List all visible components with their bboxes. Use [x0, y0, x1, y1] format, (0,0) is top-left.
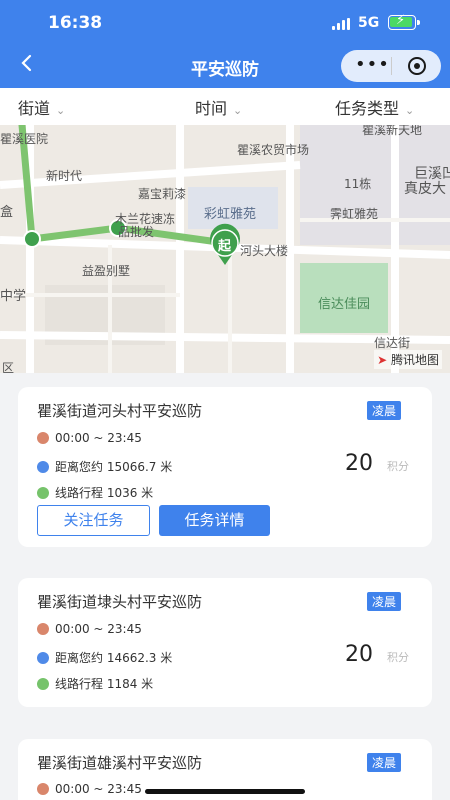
chevron-down-icon: ⌄ — [233, 104, 243, 117]
task-time: 00:00 ~ 23:45 — [55, 431, 142, 445]
more-dots-icon[interactable]: ••• — [355, 54, 390, 75]
capsule-divider — [391, 57, 392, 75]
network-type: 5G — [358, 15, 380, 31]
time-dot-icon — [37, 623, 49, 635]
circle-target-icon[interactable] — [408, 57, 426, 75]
task-distance-row: 距离您约 14662.3 米 — [37, 649, 172, 666]
task-time-row: 00:00 ~ 23:45 — [37, 782, 142, 796]
signal-icon — [332, 18, 352, 30]
home-indicator[interactable] — [145, 789, 305, 794]
nav-bar: 平安巡防 ••• — [0, 44, 450, 88]
task-time-row: 00:00 ~ 23:45 — [37, 431, 142, 445]
map-label-hospital: 瞿溪医院 — [0, 132, 49, 146]
task-title: 瞿溪街道雄溪村平安巡防 — [37, 754, 203, 772]
map-label-11: 11栋 — [344, 177, 372, 191]
map-label-yiying: 益盈别墅 — [82, 264, 131, 278]
task-points-unit: 积分 — [387, 651, 409, 664]
task-points: 20 — [345, 451, 373, 476]
time-dot-icon — [37, 783, 49, 795]
task-points-unit: 积分 — [387, 460, 409, 473]
task-route-length: 线路行程 1184 米 — [55, 677, 154, 691]
task-card[interactable]: 瞿溪街道埭头村平安巡防 凌晨 00:00 ~ 23:45 距离您约 14662.… — [18, 578, 432, 707]
follow-task-button[interactable]: 关注任务 — [37, 505, 150, 536]
filter-task-type-label: 任务类型 — [335, 99, 400, 118]
map-label-pet: 新时代 — [46, 169, 83, 183]
header: 16:38 5G ⚡ 平安巡防 ••• — [0, 0, 450, 88]
task-tag: 凌晨 — [367, 753, 402, 772]
task-points: 20 — [345, 642, 373, 667]
filter-street[interactable]: 街道 ⌄ — [18, 95, 65, 119]
distance-dot-icon — [37, 652, 49, 664]
map-label-market: 瞿溪农贸市场 — [237, 143, 310, 157]
filter-bar: 街道 ⌄ 时间 ⌄ 任务类型 ⌄ — [0, 88, 450, 125]
mini-program-capsule: ••• — [341, 50, 441, 82]
start-marker-label: 起 — [218, 239, 232, 254]
route-dot-icon — [37, 678, 49, 690]
status-bar: 16:38 5G ⚡ — [0, 0, 450, 44]
map-label-xinda-street: 信达街 — [374, 336, 411, 350]
map-label-district: 区 — [2, 361, 15, 373]
task-distance: 距离您约 14662.3 米 — [55, 651, 173, 665]
route-dot-icon — [37, 487, 49, 499]
chevron-down-icon: ⌄ — [405, 104, 415, 117]
task-tag: 凌晨 — [367, 592, 402, 611]
map-label-box: 盒 — [0, 205, 14, 220]
task-time-row: 00:00 ~ 23:45 — [37, 622, 142, 636]
task-time: 00:00 ~ 23:45 — [55, 622, 142, 636]
task-detail-button[interactable]: 任务详情 — [159, 505, 270, 536]
filter-task-type[interactable]: 任务类型 ⌄ — [335, 95, 414, 119]
time-dot-icon — [37, 432, 49, 444]
task-distance: 距离您约 15066.7 米 — [55, 460, 173, 474]
map-label-jihong: 霁虹雅苑 — [330, 207, 379, 221]
distance-dot-icon — [37, 461, 49, 473]
map-label-hetou: 河头大楼 — [240, 244, 289, 258]
map-label-school: 中学 — [0, 289, 27, 304]
map-watermark-label: 腾讯地图 — [390, 353, 439, 367]
map-label-jiabao: 嘉宝莉漆 — [138, 187, 187, 201]
map-watermark: ➤ 腾讯地图 — [374, 350, 442, 369]
task-tag: 凌晨 — [367, 401, 402, 420]
task-route-length: 线路行程 1036 米 — [55, 486, 154, 500]
task-route-row: 线路行程 1036 米 — [37, 484, 153, 501]
task-distance-row: 距离您约 15066.7 米 — [37, 458, 172, 475]
chevron-down-icon: ⌄ — [56, 104, 66, 117]
map-view[interactable]: 起 瞿溪医院 瞿溪新天地 新时代 瞿溪农贸市场 嘉宝莉漆 木兰花速冻 品批发 彩… — [0, 125, 450, 373]
status-time: 16:38 — [48, 13, 103, 33]
map-label-xinda-garden: 信达佳园 — [318, 297, 371, 312]
filter-time[interactable]: 时间 ⌄ — [195, 95, 242, 119]
task-time: 00:00 ~ 23:45 — [55, 782, 142, 796]
map-label-caihong: 彩虹雅苑 — [204, 207, 257, 222]
battery-icon: ⚡ — [388, 13, 420, 30]
map-label-zhenpi: 真皮大 — [404, 181, 446, 197]
task-title: 瞿溪街道埭头村平安巡防 — [37, 593, 203, 611]
task-route-row: 线路行程 1184 米 — [37, 675, 153, 692]
filter-street-label: 街道 — [18, 99, 51, 118]
map-label-fragment: 瞿溪新天地 — [362, 125, 423, 137]
task-title: 瞿溪街道河头村平安巡防 — [37, 402, 203, 420]
map-label-mulan2: 品批发 — [118, 225, 155, 239]
filter-time-label: 时间 — [195, 99, 228, 118]
task-card[interactable]: 瞿溪街道河头村平安巡防 凌晨 00:00 ~ 23:45 距离您约 15066.… — [18, 387, 432, 547]
map-logo-icon: ➤ — [377, 353, 388, 367]
